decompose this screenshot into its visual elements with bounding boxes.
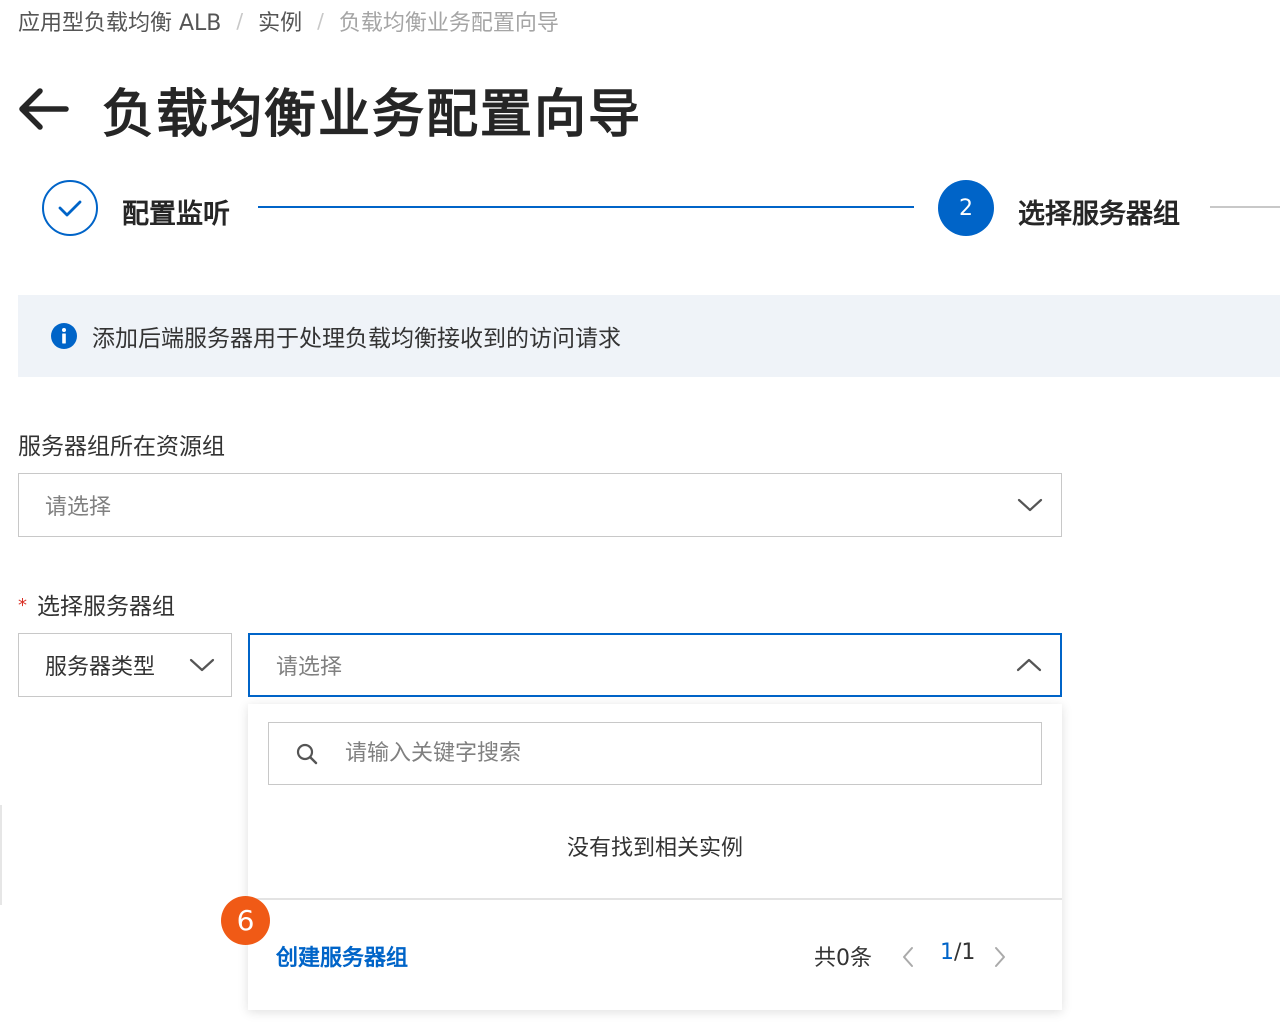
required-mark: * <box>18 595 27 616</box>
create-server-group-link[interactable]: 创建服务器组 <box>276 940 408 972</box>
step-connector-done <box>258 206 914 208</box>
step-1-indicator <box>42 180 98 236</box>
server-group-placeholder: 请选择 <box>276 655 343 680</box>
breadcrumb-item-instances[interactable]: 实例 <box>258 5 302 37</box>
chevron-down-icon <box>189 658 215 672</box>
arrow-left-icon[interactable] <box>16 87 70 131</box>
step-connector-pending <box>1210 206 1280 208</box>
breadcrumb-separator: / <box>317 9 324 33</box>
annotation-badge: 6 <box>221 896 270 945</box>
step-2-indicator: 2 <box>938 180 994 236</box>
wizard-steps: 配置监听 2 选择服务器组 <box>42 180 1280 238</box>
info-icon <box>51 323 77 349</box>
step-1-label: 配置监听 <box>122 199 230 230</box>
server-group-dropdown: 没有找到相关实例 创建服务器组 共0条 1/1 <box>248 704 1062 1010</box>
check-icon <box>58 200 82 217</box>
chevron-up-icon <box>1016 658 1042 672</box>
breadcrumb-item-alb[interactable]: 应用型负载均衡 ALB <box>18 5 221 37</box>
server-group-label: * 选择服务器组 <box>18 587 175 621</box>
resource-group-label: 服务器组所在资源组 <box>18 434 225 460</box>
info-notice: 添加后端服务器用于处理负载均衡接收到的访问请求 <box>18 295 1280 377</box>
pagination-status: 1/1 <box>940 940 975 965</box>
dropdown-footer: 创建服务器组 共0条 1/1 <box>248 900 1062 1010</box>
server-group-select[interactable]: 请选择 <box>248 633 1062 697</box>
dropdown-search-box[interactable] <box>268 722 1042 785</box>
dropdown-search-input[interactable] <box>345 741 985 766</box>
edge-divider <box>0 805 2 905</box>
page-header: 负载均衡业务配置向导 <box>16 74 643 145</box>
chevron-down-icon <box>1017 498 1043 512</box>
step-2-label: 选择服务器组 <box>1018 199 1180 230</box>
breadcrumb: 应用型负载均衡 ALB / 实例 / 负载均衡业务配置向导 <box>18 6 559 36</box>
resource-group-placeholder: 请选择 <box>45 495 112 520</box>
page-current: 1 <box>940 940 954 965</box>
breadcrumb-item-current: 负载均衡业务配置向导 <box>338 11 559 36</box>
total-count: 共0条 <box>814 946 872 971</box>
server-type-value: 服务器类型 <box>45 655 156 680</box>
server-type-select[interactable]: 服务器类型 <box>18 633 232 697</box>
empty-state-text: 没有找到相关实例 <box>566 836 743 861</box>
chevron-left-icon[interactable] <box>900 945 916 969</box>
page-total: /1 <box>954 940 976 965</box>
page-title: 负载均衡业务配置向导 <box>102 84 643 145</box>
breadcrumb-separator: / <box>236 9 244 33</box>
search-icon <box>296 743 318 764</box>
server-group-label-text: 选择服务器组 <box>37 594 175 620</box>
resource-group-select[interactable]: 请选择 <box>18 473 1062 537</box>
notice-text: 添加后端服务器用于处理负载均衡接收到的访问请求 <box>92 326 621 352</box>
chevron-right-icon[interactable] <box>992 945 1008 969</box>
